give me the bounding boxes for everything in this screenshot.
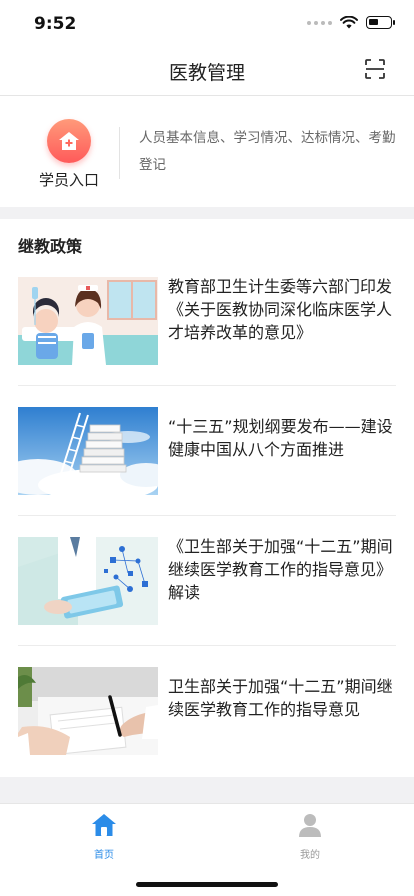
user-icon (299, 814, 321, 837)
section-title: 继教政策 (18, 237, 83, 256)
status-icons (307, 16, 395, 29)
divider (18, 515, 396, 516)
tab-mine-label: 我的 (300, 850, 320, 861)
scan-icon[interactable] (364, 58, 386, 80)
policy-section: 继教政策 教育部卫生计生委等六部门印发《关于医教协同深化临床医学人才培养改革的意… (0, 219, 414, 777)
home-plus-icon (47, 119, 91, 163)
news-title: 教育部卫生计生委等六部门印发《关于医教协同深化临床医学人才培养改革的意见》 (168, 277, 393, 342)
home-indicator (136, 882, 278, 887)
news-title: 卫生部关于加强“十二五”期间继续医学教育工作的指导意见 (168, 677, 393, 719)
student-entry-label: 学员入口 (38, 171, 99, 189)
news-item[interactable]: 《卫生部关于加强“十二五”期间继续医学教育工作的指导意见》解读 (0, 523, 414, 653)
news-title: 《卫生部关于加强“十二五”期间继续医学教育工作的指导意见》解读 (168, 537, 393, 602)
divider (119, 127, 120, 179)
nav-bar: 医教管理 (0, 48, 414, 96)
tab-mine[interactable]: 我的 (280, 812, 340, 861)
news-thumbnail (18, 537, 158, 625)
status-bar: 9:52 (0, 0, 414, 48)
news-thumbnail (18, 277, 158, 365)
wifi-icon (340, 16, 358, 29)
news-item[interactable]: “十三五”规划纲要发布——建设健康中国从八个方面推进 (0, 393, 414, 523)
section-gap (0, 777, 414, 803)
student-entry-button[interactable]: 学员入口 (30, 119, 108, 189)
battery-level (369, 19, 378, 25)
tab-home[interactable]: 首页 (74, 812, 134, 861)
home-icon (92, 814, 116, 836)
news-title: “十三五”规划纲要发布——建设健康中国从八个方面推进 (168, 417, 393, 459)
news-thumbnail (18, 667, 158, 755)
status-time: 9:52 (34, 14, 77, 34)
tab-home-label: 首页 (94, 850, 114, 861)
news-thumbnail (18, 407, 158, 495)
student-entry-section: 学员入口 人员基本信息、学习情况、达标情况、考勤登记 (0, 97, 414, 207)
battery-icon (366, 16, 395, 29)
divider (18, 385, 396, 386)
news-item[interactable]: 教育部卫生计生委等六部门印发《关于医教协同深化临床医学人才培养改革的意见》 (0, 263, 414, 393)
signal-icon (307, 20, 332, 25)
divider (18, 645, 396, 646)
student-entry-description: 人员基本信息、学习情况、达标情况、考勤登记 (139, 130, 396, 173)
section-gap (0, 207, 414, 219)
page-title: 医教管理 (168, 62, 245, 84)
news-item[interactable]: 卫生部关于加强“十二五”期间继续医学教育工作的指导意见 (0, 653, 414, 783)
